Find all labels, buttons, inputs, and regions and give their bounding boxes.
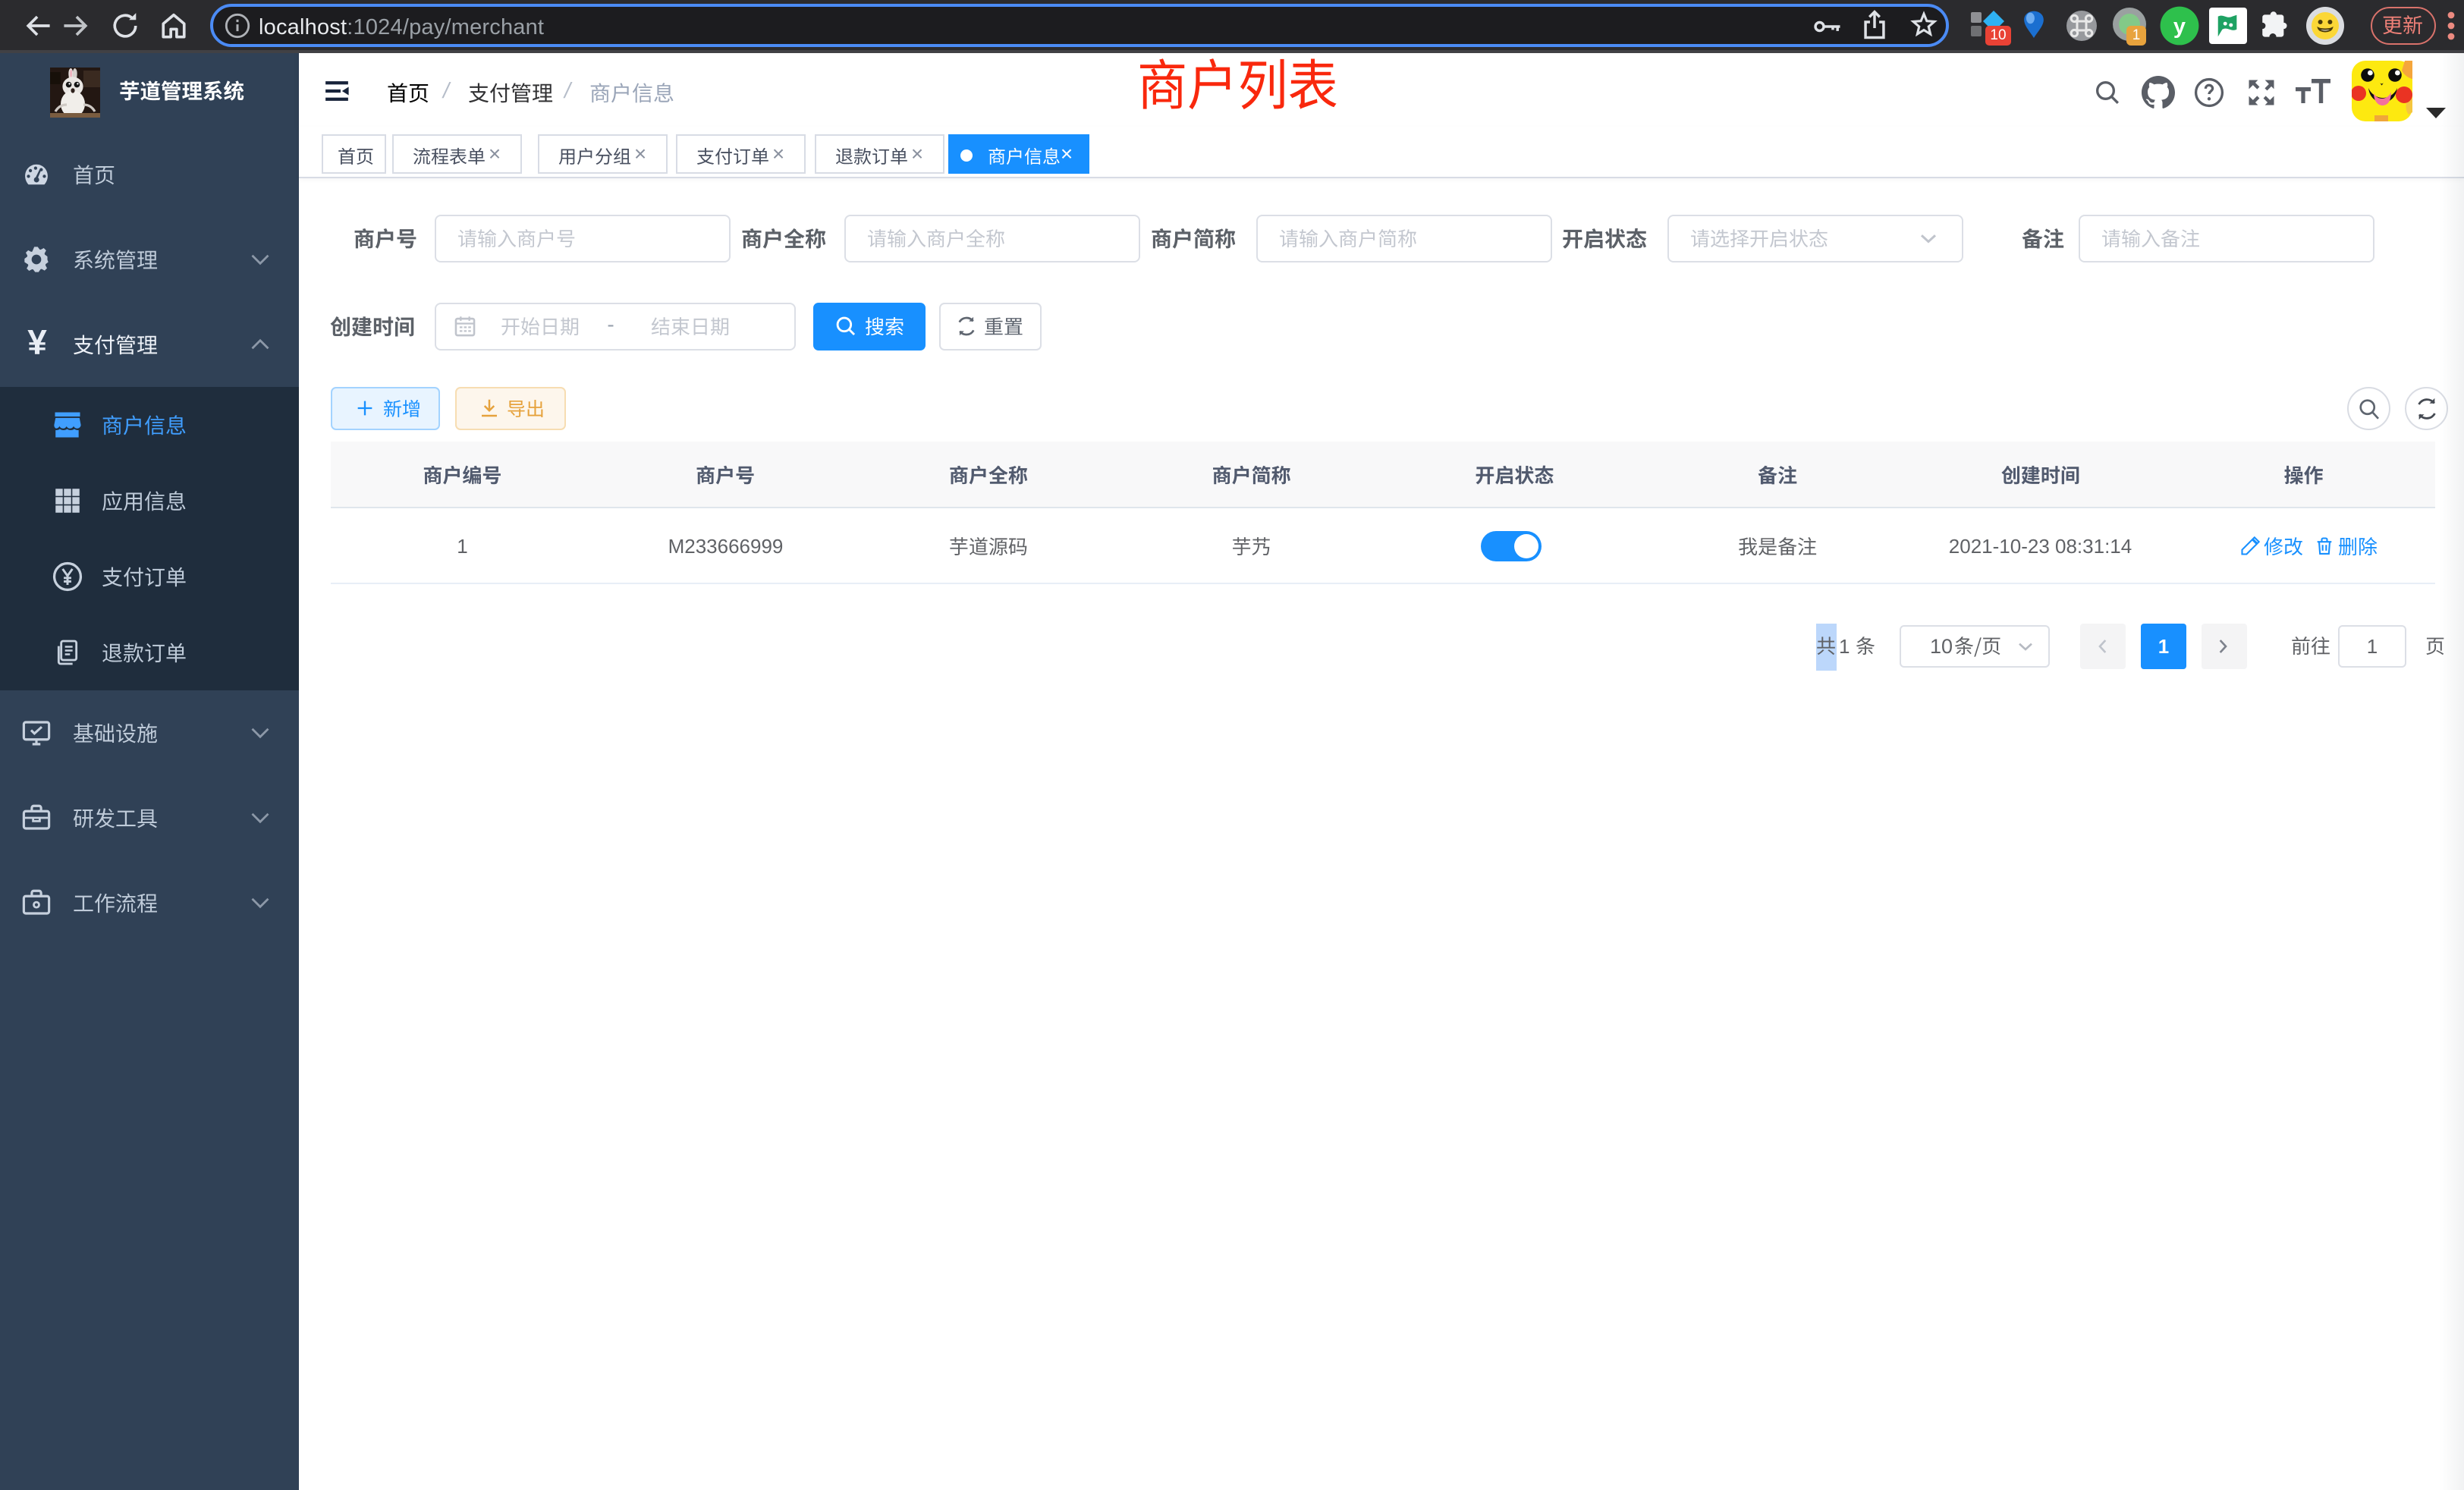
svg-text:y: y [2173,14,2186,39]
